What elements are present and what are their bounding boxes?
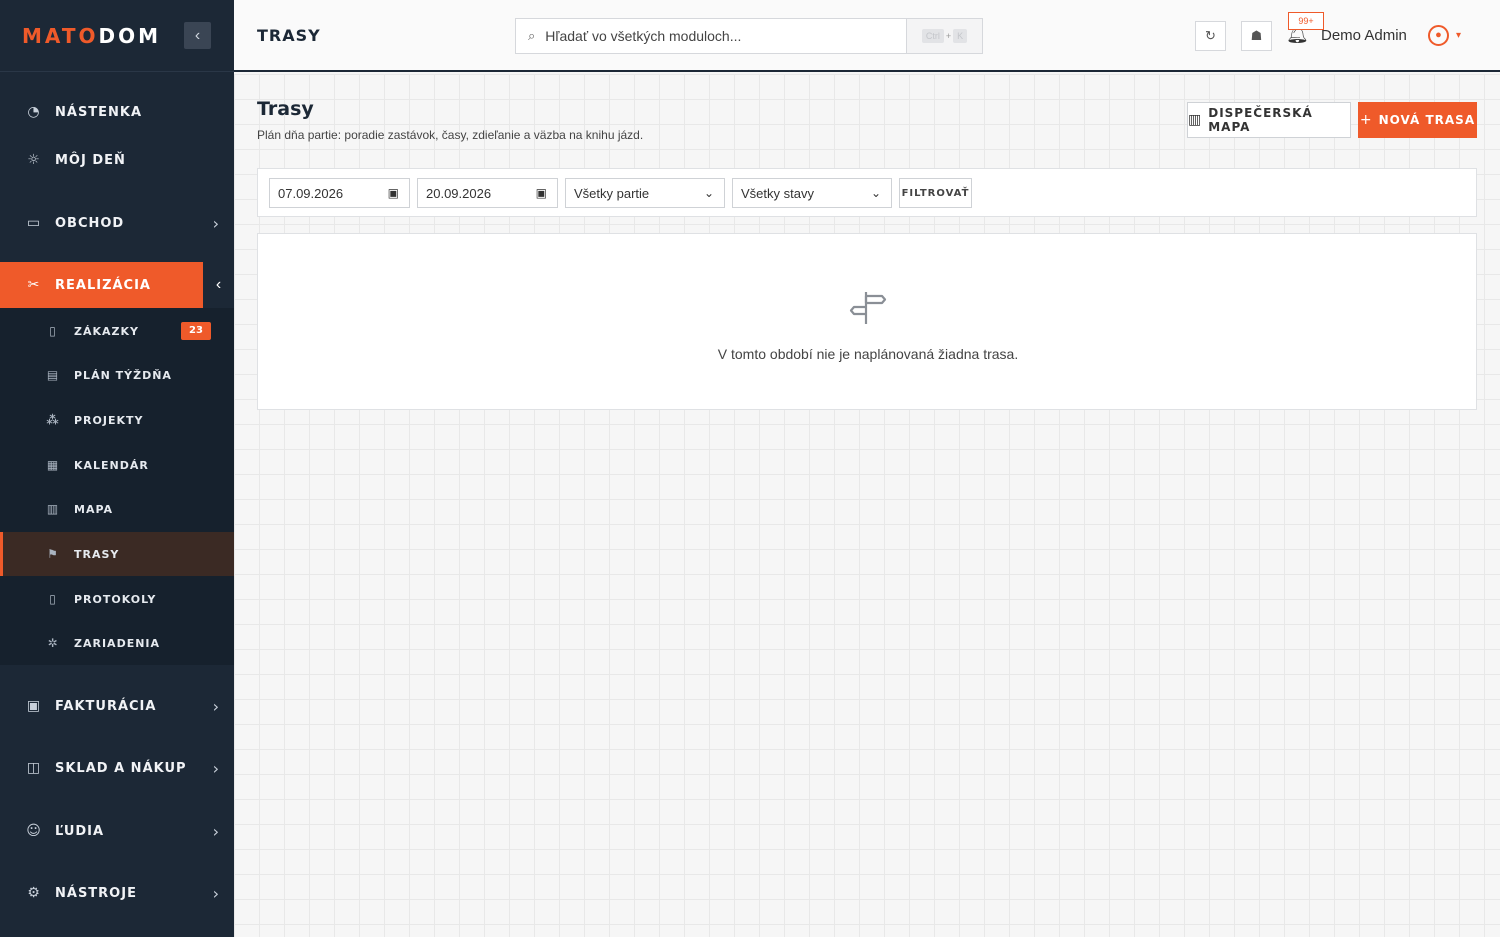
cog-icon: ✲: [47, 636, 59, 650]
sidebar-subitem-label: ZÁKAZKY: [74, 324, 139, 338]
tools-icon: ✂: [27, 277, 41, 293]
gear-icon: ⚙: [27, 885, 41, 901]
chevron-right-icon: ›: [212, 696, 220, 716]
top-bar: TRASY ⌕ Ctrl+K ↻ ☗ 🔔︎ 99+ Demo Admin ● ▾: [234, 0, 1500, 72]
search-shortcut-hint: Ctrl + K: [906, 19, 982, 53]
sidebar-item-nastroje[interactable]: ⚙ NÁSTROJE ›: [0, 871, 234, 915]
sidebar-subitem-kalendar[interactable]: ▦ KALENDÁR: [0, 443, 234, 487]
chevron-right-icon: ›: [212, 213, 220, 233]
sidebar-subitem-trasy[interactable]: ⚑ TRASY: [0, 532, 234, 576]
box-icon: ◫: [26, 760, 42, 776]
chevron-right-icon: ›: [212, 883, 220, 903]
main-content: Trasy Plán dňa partie: poradie zastávok,…: [234, 74, 1500, 937]
chevron-right-icon: ›: [212, 821, 220, 841]
realizacia-collapse-button[interactable]: ‹: [200, 262, 234, 308]
sidebar-item-ludia[interactable]: ☺ ĽUDIA ›: [0, 809, 234, 853]
sun-icon: ☼: [27, 152, 41, 168]
refresh-button[interactable]: ↻: [1195, 21, 1226, 51]
crew-select[interactable]: Všetky partie ⌄: [565, 178, 725, 208]
empty-state: V tomto období nie je naplánovaná žiadna…: [257, 233, 1477, 410]
sidebar-subitem-zariadenia[interactable]: ✲ ZARIADENIA: [0, 621, 234, 665]
sidebar-subitem-label: KALENDÁR: [74, 458, 149, 472]
submenu-realizacia: ▯ ZÁKAZKY 23 ▤ PLÁN TÝŽDŇA ⁂ PROJEKTY ▦ …: [0, 308, 234, 665]
date-to-input[interactable]: 20.09.2026 ▣: [417, 178, 558, 208]
refresh-icon: ↻: [1205, 28, 1216, 43]
calendar-icon: ▦: [46, 458, 60, 472]
sidebar-item-sklad-a-nakup[interactable]: ◫ SKLAD A NÁKUP ›: [0, 746, 234, 790]
sidebar-item-nastenka[interactable]: ◔ NÁSTENKA: [0, 90, 234, 134]
signpost-icon: [849, 292, 887, 324]
user-name[interactable]: Demo Admin: [1321, 27, 1407, 44]
date-from-input[interactable]: 07.09.2026 ▣: [269, 178, 410, 208]
clipboard-icon: ▯: [49, 592, 57, 606]
chevron-down-icon: ⌄: [870, 186, 881, 200]
search-input[interactable]: [545, 28, 896, 44]
sidebar-subitem-projekty[interactable]: ⁂ PROJEKTY: [0, 398, 234, 442]
filter-bar: 07.09.2026 ▣ 20.09.2026 ▣ Všetky partie …: [257, 168, 1477, 217]
sidebar-item-label: NÁSTENKA: [55, 104, 143, 120]
page-title: Trasy: [257, 98, 314, 120]
sidebar-subitem-label: ZARIADENIA: [74, 636, 161, 650]
map-icon: ▥: [1188, 112, 1203, 128]
sidebar-subitem-label: PROTOKOLY: [74, 592, 157, 606]
user-avatar-icon[interactable]: ●: [1428, 25, 1449, 46]
invoice-icon: ▣: [26, 698, 42, 714]
sidebar-subitem-zakazky[interactable]: ▯ ZÁKAZKY 23: [0, 309, 234, 353]
sidebar-item-label: OBCHOD: [55, 215, 125, 231]
sidebar-item-label: ĽUDIA: [55, 823, 105, 839]
debug-button[interactable]: ☗: [1241, 21, 1272, 51]
sidebar-collapse-button[interactable]: ‹: [184, 22, 211, 49]
calendar-week-icon: ▤: [46, 368, 60, 382]
global-search[interactable]: ⌕ Ctrl+K: [515, 18, 983, 54]
sidebar-item-fakturacia[interactable]: ▣ FAKTURÁCIA ›: [0, 684, 234, 728]
people-icon: ☺: [26, 823, 42, 839]
caret-down-icon[interactable]: ▾: [1456, 30, 1461, 41]
hierarchy-icon: ⁂: [46, 413, 60, 427]
sidebar-item-label: MÔJ DEŇ: [55, 152, 126, 168]
sidebar-item-moj-den[interactable]: ☼ MÔJ DEŇ: [0, 138, 234, 182]
orders-count-badge: 23: [181, 322, 211, 340]
sidebar-item-label: FAKTURÁCIA: [55, 698, 157, 714]
sidebar: MATODOM ‹ ◔ NÁSTENKA ☼ MÔJ DEŇ ▭ OBCHOD …: [0, 0, 234, 937]
sidebar-item-label: SKLAD A NÁKUP: [55, 760, 187, 776]
sidebar-subitem-label: PLÁN TÝŽDŇA: [74, 368, 172, 382]
page-subtitle: Plán dňa partie: poradie zastávok, časy,…: [257, 128, 644, 142]
map-icon: ▥: [46, 502, 60, 516]
calendar-icon[interactable]: ▣: [536, 186, 547, 200]
new-route-button[interactable]: + NOVÁ TRASA: [1358, 102, 1477, 138]
sidebar-subitem-protokoly[interactable]: ▯ PROTOKOLY: [0, 577, 234, 621]
sidebar-subitem-label: MAPA: [74, 502, 114, 516]
chevron-down-icon: ⌄: [703, 186, 714, 200]
sidebar-item-obchod[interactable]: ▭ OBCHOD ›: [0, 200, 234, 246]
signpost-icon: ⚑: [47, 547, 59, 561]
sidebar-subitem-label: TRASY: [74, 547, 120, 561]
briefcase-icon: ▭: [26, 215, 42, 231]
bug-icon: ☗: [1250, 28, 1263, 43]
empty-state-message: V tomto období nie je naplánovaná žiadna…: [717, 346, 1019, 362]
chevron-left-icon: ‹: [194, 26, 201, 44]
sidebar-item-label: REALIZÁCIA: [55, 277, 151, 293]
sidebar-item-label: NÁSTROJE: [55, 885, 137, 901]
calendar-icon[interactable]: ▣: [388, 186, 399, 200]
dispatch-map-button[interactable]: ▥ DISPEČERSKÁ MAPA: [1187, 102, 1351, 138]
notifications-badge: 99+: [1288, 12, 1324, 30]
sidebar-subitem-plan-tyzdna[interactable]: ▤ PLÁN TÝŽDŇA: [0, 353, 234, 397]
dashboard-icon: ◔: [27, 104, 41, 120]
status-select[interactable]: Všetky stavy ⌄: [732, 178, 892, 208]
search-icon: ⌕: [528, 28, 536, 43]
filter-button[interactable]: FILTROVAŤ: [899, 178, 972, 208]
document-icon: ▯: [49, 324, 57, 338]
plus-icon: +: [1359, 112, 1373, 128]
chevron-right-icon: ›: [212, 758, 220, 778]
sidebar-subitem-mapa[interactable]: ▥ MAPA: [0, 487, 234, 531]
sidebar-subitem-label: PROJEKTY: [74, 413, 144, 427]
sidebar-item-realizacia[interactable]: ✂ REALIZÁCIA: [0, 262, 200, 308]
logo[interactable]: MATODOM: [22, 24, 161, 48]
header-title: TRASY: [257, 26, 321, 45]
chevron-left-icon: ‹: [215, 276, 222, 293]
